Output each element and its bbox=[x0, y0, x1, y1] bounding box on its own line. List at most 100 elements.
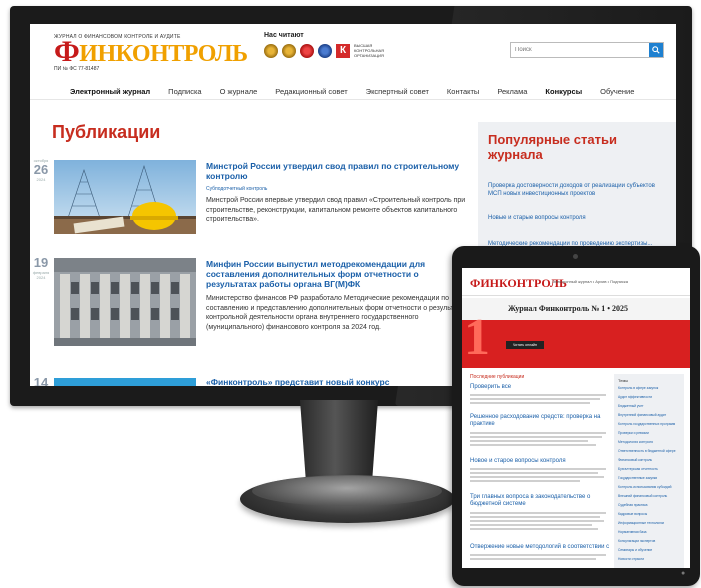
readers-title: Нас читают bbox=[264, 32, 304, 39]
sidebar-article-link[interactable]: Проверка достоверности доходов от реализ… bbox=[488, 182, 658, 198]
nav-item-contests[interactable]: Конкурсы bbox=[545, 87, 582, 96]
readers-block: Нас читают К ВЫСШАЯ КОНТРОЛЬНАЯ ОРГАНИЗА… bbox=[264, 32, 394, 58]
nav-item-subscription[interactable]: Подписка bbox=[168, 87, 201, 96]
date-day: 19 bbox=[33, 255, 49, 270]
site-logo[interactable]: ЖУРНАЛ О ФИНАНСОВОМ КОНТРОЛЕ И АУДИТЕ ФИ… bbox=[54, 34, 264, 72]
logo-wordmark: ФИНКОНТРОЛЬ bbox=[54, 37, 264, 67]
nav-item-training[interactable]: Обучение bbox=[600, 87, 634, 96]
article-excerpt: Министерство финансов РФ разработало Мет… bbox=[206, 295, 468, 331]
text-line bbox=[470, 558, 596, 560]
logo-word: ИНКОНТРОЛЬ bbox=[79, 41, 248, 67]
tablet-sidebar-link[interactable]: Аудит эффективности bbox=[618, 395, 680, 399]
tablet-sidebar-link[interactable]: Судебная практика bbox=[618, 503, 680, 507]
nav-item-about[interactable]: О журнале bbox=[220, 87, 258, 96]
article-title[interactable]: Минстрой России утвердил свод правил по … bbox=[206, 161, 466, 181]
tablet: ФИНКОНТРОЛЬ Электронный журнал • Архив •… bbox=[452, 246, 700, 586]
tablet-sidebar-link[interactable]: Методология контроля bbox=[618, 440, 680, 444]
nav-item-expert-board[interactable]: Экспертный совет bbox=[366, 87, 429, 96]
search-button[interactable] bbox=[649, 43, 663, 57]
article-date: 14 bbox=[32, 376, 50, 387]
tablet-sidebar-title: Темы bbox=[618, 378, 629, 383]
tablet-sidebar: Темы Контроль в сфере закупок Аудит эффе… bbox=[614, 374, 684, 568]
nav-item-advertising[interactable]: Реклама bbox=[497, 87, 527, 96]
nav-item-e-journal[interactable]: Электронный журнал bbox=[70, 87, 150, 96]
text-line bbox=[470, 554, 606, 556]
text-line bbox=[470, 480, 580, 482]
construction-image bbox=[54, 160, 196, 234]
date-day: 26 bbox=[33, 162, 49, 177]
article-title[interactable]: Минфин России выпустил методрекомендации… bbox=[206, 259, 466, 289]
ministry-emblem-icon bbox=[300, 43, 314, 58]
main-nav: Электронный журнал Подписка О журнале Ре… bbox=[30, 84, 676, 100]
tablet-article-title[interactable]: Три главных вопроса в законодательстве о… bbox=[470, 494, 610, 508]
nav-item-contacts[interactable]: Контакты bbox=[447, 87, 479, 96]
date-year: 2024 bbox=[36, 177, 46, 182]
text-line bbox=[470, 444, 596, 446]
text-line bbox=[470, 440, 588, 442]
tablet-section-title: Последние публикации bbox=[470, 374, 525, 380]
home-button-icon[interactable]: ● bbox=[681, 570, 685, 577]
tablet-sidebar-link[interactable]: Контроль государственных программ bbox=[618, 422, 680, 426]
tablet-sidebar-link[interactable]: Ответственность в бюджетной сфере bbox=[618, 449, 680, 453]
camera-icon bbox=[573, 254, 578, 259]
tablet-article-title[interactable]: Отвержение новые методологий в соответст… bbox=[470, 544, 610, 551]
logo-first-letter: Ф bbox=[54, 35, 80, 68]
tablet-sidebar-link[interactable]: Контроль использования субсидий bbox=[618, 485, 680, 489]
search-bar bbox=[510, 42, 664, 58]
text-line bbox=[470, 516, 600, 518]
tablet-sidebar-link[interactable]: Внутренний финансовый аудит bbox=[618, 413, 680, 417]
text-line bbox=[470, 436, 602, 438]
tablet-sidebar-link[interactable]: Кадровые вопросы bbox=[618, 512, 680, 516]
tablet-sidebar-link[interactable]: Консультации экспертов bbox=[618, 539, 680, 543]
coat-of-arms-icon bbox=[264, 43, 278, 58]
article-date: октября 26 2024 bbox=[32, 158, 50, 182]
sidebar-title: Популярные статьи журнала bbox=[488, 132, 617, 162]
agency-emblem-icon bbox=[318, 43, 332, 58]
read-online-button[interactable]: Читать онлайн bbox=[506, 341, 544, 349]
tablet-sidebar-link[interactable]: Нормативная база bbox=[618, 530, 680, 534]
text-line bbox=[470, 476, 604, 478]
text-line bbox=[470, 402, 590, 404]
readers-logos: К ВЫСШАЯ КОНТРОЛЬНАЯ ОРГАНИЗАЦИЯ bbox=[264, 43, 394, 58]
tablet-article-title[interactable]: Решенное расходование средств: проверка … bbox=[470, 414, 610, 428]
site-header: ЖУРНАЛ О ФИНАНСОВОМ КОНТРОЛЕ И АУДИТЕ ФИ… bbox=[30, 24, 676, 82]
tablet-nav[interactable]: Электронный журнал • Архив • Подписка bbox=[552, 279, 628, 284]
coat-of-arms-icon bbox=[282, 43, 296, 58]
tablet-sidebar-link[interactable]: Информационные технологии bbox=[618, 521, 680, 525]
tablet-sidebar-link[interactable]: Бухгалтерская отчетность bbox=[618, 467, 680, 471]
tablet-sidebar-link[interactable]: Внешний финансовый контроль bbox=[618, 494, 680, 498]
search-icon bbox=[652, 46, 660, 54]
article-thumbnail[interactable] bbox=[54, 160, 196, 234]
tablet-sidebar-link[interactable]: Контроль в сфере закупок bbox=[618, 386, 680, 390]
monitor-stand-highlight bbox=[252, 476, 442, 506]
sidebar-article-link[interactable]: Новые и старые вопросы контроля bbox=[488, 214, 658, 222]
article-title[interactable]: «Финконтроль» представит новый конкурс bbox=[206, 377, 466, 386]
text-line bbox=[470, 394, 606, 396]
article-date: 19 февраля 2024 bbox=[32, 255, 50, 281]
text-line bbox=[470, 472, 598, 474]
tablet-sidebar-link[interactable]: Проверки и ревизии bbox=[618, 431, 680, 435]
article-thumbnail[interactable] bbox=[54, 378, 196, 386]
tablet-sidebar-link[interactable]: Семинары и обучение bbox=[618, 548, 680, 552]
search-input[interactable] bbox=[511, 43, 649, 57]
text-line bbox=[470, 520, 604, 522]
text-line bbox=[470, 524, 592, 526]
tablet-article-title[interactable]: Проверить все bbox=[470, 384, 610, 391]
tablet-sidebar-link[interactable]: Финансовый контроль bbox=[618, 458, 680, 462]
text-line bbox=[470, 432, 606, 434]
monitor-stand-neck bbox=[300, 400, 378, 486]
date-year: 2024 bbox=[36, 275, 46, 280]
text-line bbox=[470, 512, 606, 514]
nav-item-editorial-board[interactable]: Редакционный совет bbox=[275, 87, 347, 96]
article-excerpt: Минстрой России впервые утвердил свод пр… bbox=[206, 197, 466, 223]
article-category[interactable]: Субподотчетный контроль bbox=[206, 186, 267, 192]
tablet-sidebar-link[interactable]: Государственные закупки bbox=[618, 476, 680, 480]
tablet-sidebar-link[interactable]: Новости отрасли bbox=[618, 557, 680, 561]
text-line bbox=[470, 398, 600, 400]
k-logo-icon: К bbox=[336, 43, 350, 58]
tablet-article-title[interactable]: Новое и старое вопросы контроля bbox=[470, 458, 610, 465]
tablet-header: ФИНКОНТРОЛЬ Электронный журнал • Архив •… bbox=[462, 268, 690, 296]
article-thumbnail[interactable] bbox=[54, 258, 196, 346]
ministry-building-image bbox=[54, 258, 196, 346]
tablet-sidebar-link[interactable]: Бюджетный учет bbox=[618, 404, 680, 408]
